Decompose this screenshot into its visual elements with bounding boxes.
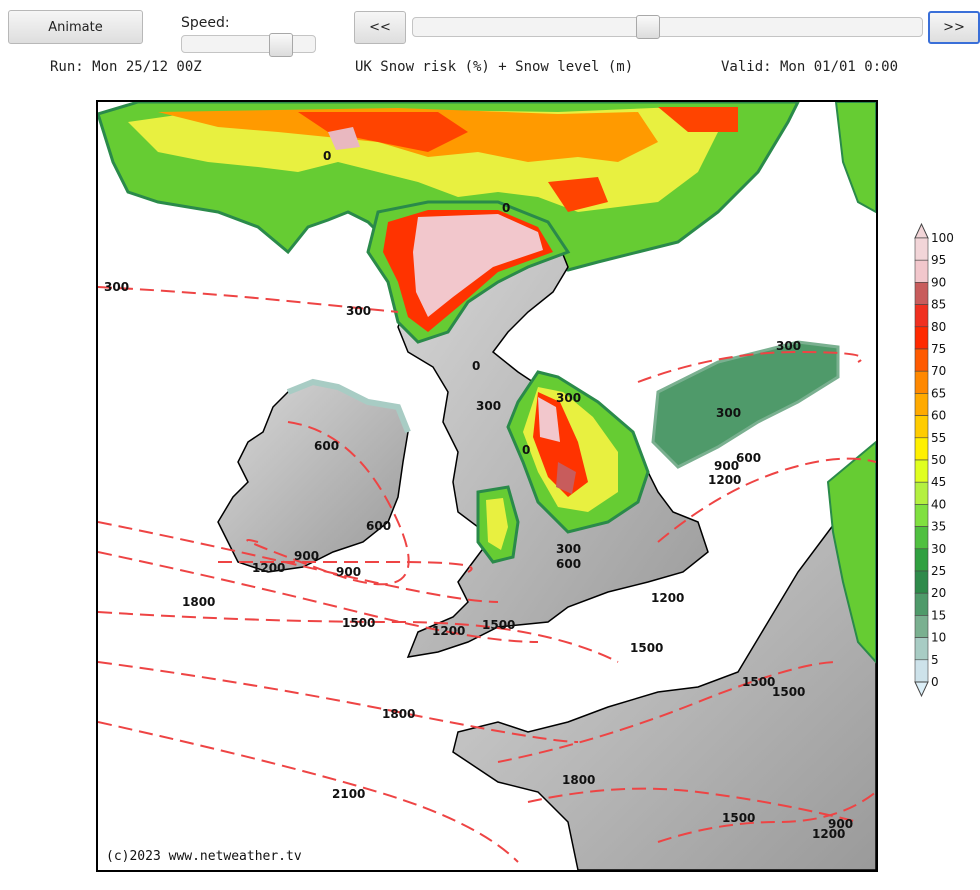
legend-level-label: 75 xyxy=(931,342,946,356)
contour-label: 300 xyxy=(556,391,581,405)
map-canvas: 300 300 0 0 0 300 300 0 600 300 600 300 … xyxy=(98,102,876,870)
legend-swatch xyxy=(914,637,929,661)
contour-label: 600 xyxy=(736,451,761,465)
contour-label: 1200 xyxy=(432,624,465,638)
speed-label: Speed: xyxy=(181,15,230,31)
contour-label: 1200 xyxy=(252,561,285,575)
contour-label: 900 xyxy=(336,565,361,579)
valid-time: Valid: Mon 01/01 0:00 xyxy=(721,59,899,75)
timeline-slider[interactable] xyxy=(412,15,923,39)
legend-swatch xyxy=(914,393,929,416)
legend-level-label: 45 xyxy=(931,475,946,489)
legend-swatch xyxy=(914,570,929,594)
legend-level-label: 10 xyxy=(931,631,946,645)
contour-label: 900 xyxy=(828,817,853,831)
chart-title: UK Snow risk (%) + Snow level (m) xyxy=(355,59,634,75)
legend-swatch xyxy=(914,348,929,372)
legend-swatch xyxy=(914,282,929,305)
contour-label: 1500 xyxy=(722,811,755,825)
legend-swatch xyxy=(914,415,929,439)
contour-label: 1500 xyxy=(630,641,663,655)
speed-slider[interactable] xyxy=(181,33,316,57)
contour-label: 2100 xyxy=(332,787,365,801)
contour-label: 900 xyxy=(294,549,319,563)
legend-level-label: 5 xyxy=(931,653,939,667)
legend-level-label: 50 xyxy=(931,453,946,467)
legend-level-label: 40 xyxy=(931,497,946,511)
contour-label: 1200 xyxy=(708,473,741,487)
legend-labels: 1009590858075706560555045403530252015105… xyxy=(931,231,954,689)
contour-label: 600 xyxy=(556,557,581,571)
copyright-notice: (c)2023 www.netweather.tv xyxy=(106,849,302,864)
snow-risk-map: 300 300 0 0 0 300 300 0 600 300 600 300 … xyxy=(96,100,878,872)
contour-label: 1500 xyxy=(482,618,515,632)
contour-label: 1800 xyxy=(182,595,215,609)
legend-swatch xyxy=(914,459,929,483)
contour-label: 300 xyxy=(556,542,581,556)
contour-label: 300 xyxy=(104,280,129,294)
legend-swatch xyxy=(914,304,929,328)
timeline-slider-thumb[interactable] xyxy=(636,15,661,39)
legend-swatch xyxy=(914,548,929,572)
contour-label: 300 xyxy=(346,304,371,318)
legend-swatch xyxy=(914,592,929,616)
legend-level-label: 65 xyxy=(931,386,946,400)
legend-swatch xyxy=(914,437,929,461)
previous-frame-button[interactable]: << xyxy=(354,11,406,44)
legend-level-label: 15 xyxy=(931,608,946,622)
legend-swatch xyxy=(914,526,929,550)
contour-label: 0 xyxy=(522,443,530,457)
contour-label: 1800 xyxy=(562,773,595,787)
contour-label: 0 xyxy=(323,149,331,163)
legend-level-label: 20 xyxy=(931,586,946,600)
legend-level-label: 85 xyxy=(931,298,946,312)
legend-min-arrow xyxy=(914,681,929,698)
legend-level-label: 25 xyxy=(931,564,946,578)
legend-swatch xyxy=(914,481,929,505)
legend-level-label: 90 xyxy=(931,275,946,289)
contour-label: 0 xyxy=(502,201,510,215)
legend-swatch xyxy=(914,259,929,283)
legend-level-label: 30 xyxy=(931,542,946,556)
legend-level-label: 80 xyxy=(931,320,946,334)
legend-swatch xyxy=(914,326,929,350)
contour-label: 600 xyxy=(314,439,339,453)
animate-button[interactable]: Animate xyxy=(8,10,143,44)
legend-level-label: 95 xyxy=(931,253,946,267)
legend-level-label: 60 xyxy=(931,409,946,423)
run-time: Run: Mon 25/12 00Z xyxy=(50,59,202,75)
legend-color-scale xyxy=(914,222,929,698)
legend-swatch xyxy=(914,370,929,394)
legend-level-label: 0 xyxy=(931,675,939,689)
legend-level-label: 100 xyxy=(931,231,954,245)
contour-label: 600 xyxy=(366,519,391,533)
contour-label: 900 xyxy=(714,459,739,473)
snow-risk-legend: 1009590858075706560555045403530252015105… xyxy=(914,222,954,698)
contour-label: 1500 xyxy=(742,675,775,689)
contour-label: 1500 xyxy=(342,616,375,630)
legend-swatch xyxy=(914,659,929,683)
contour-label: 300 xyxy=(476,399,501,413)
contour-label: 300 xyxy=(716,406,741,420)
legend-swatch xyxy=(914,504,929,527)
contour-label: 1800 xyxy=(382,707,415,721)
legend-swatch xyxy=(914,237,929,261)
legend-swatch xyxy=(914,615,929,638)
legend-level-label: 35 xyxy=(931,520,946,534)
contour-label: 300 xyxy=(776,339,801,353)
next-frame-button[interactable]: >> xyxy=(928,11,980,44)
contour-label: 1500 xyxy=(772,685,805,699)
legend-level-label: 55 xyxy=(931,431,946,445)
legend-max-arrow xyxy=(914,222,929,239)
contour-label: 0 xyxy=(472,359,480,373)
speed-slider-thumb[interactable] xyxy=(269,33,294,57)
contour-label: 1200 xyxy=(651,591,684,605)
legend-level-label: 70 xyxy=(931,364,946,378)
